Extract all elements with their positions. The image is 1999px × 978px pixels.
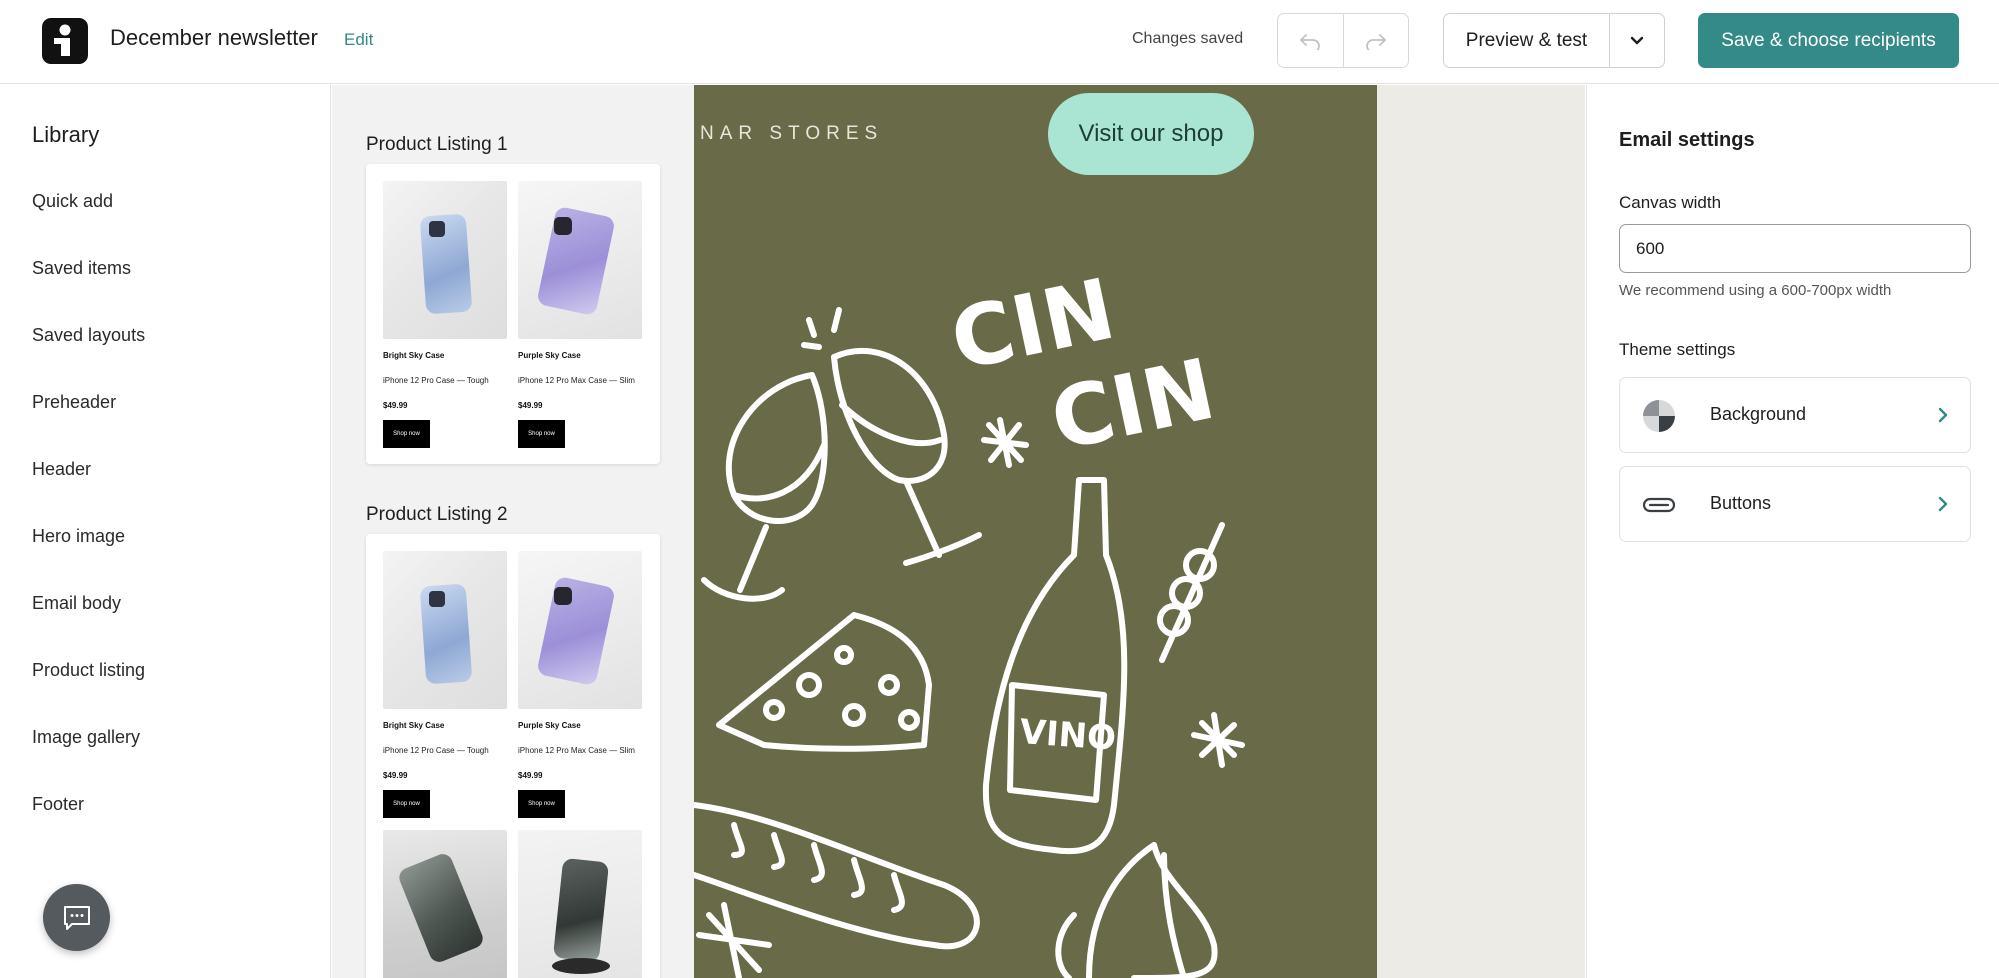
- preview-dropdown-button[interactable]: [1610, 14, 1664, 67]
- preview-group: Preview & test: [1443, 13, 1665, 68]
- library-item-saved-items[interactable]: Saved items: [32, 258, 131, 279]
- theme-row-label: Buttons: [1710, 493, 1772, 513]
- illus-vino: VINO: [1018, 712, 1117, 759]
- settings-panel: Email settings Canvas width We recommend…: [1586, 85, 1999, 978]
- product-price: $49.99: [383, 401, 408, 410]
- product-name: Purple Sky Case: [518, 351, 581, 360]
- product-card: Purple Sky Case iPhone 12 Pro Max Case —…: [518, 181, 642, 448]
- redo-button[interactable]: [1344, 14, 1409, 67]
- product-name: Purple Sky Case: [518, 721, 581, 730]
- hero-illustration: CIN CIN VINO: [694, 260, 1245, 978]
- product-image: [518, 830, 642, 978]
- theme-row-label: Background: [1710, 404, 1807, 424]
- chat-support-button[interactable]: [43, 884, 110, 951]
- canvas-width-label: Canvas width: [1619, 193, 1722, 212]
- theme-row-background[interactable]: Background: [1619, 377, 1971, 453]
- chevron-down-icon: [1630, 36, 1644, 44]
- product-image: [518, 551, 642, 709]
- library-item-saved-layouts[interactable]: Saved layouts: [32, 325, 145, 346]
- product-price: $49.99: [518, 401, 543, 410]
- product-image: [383, 551, 507, 709]
- product-card: Bright Sky Case iPhone 12 Pro Case — Tou…: [383, 551, 507, 818]
- theme-settings-heading: Theme settings: [1619, 340, 1736, 359]
- chevron-right-icon: [1938, 407, 1948, 428]
- chevron-right-icon: [1938, 496, 1948, 517]
- library-item-header[interactable]: Header: [32, 459, 91, 480]
- product-description: iPhone 12 Pro Max Case — Slim: [518, 746, 635, 755]
- library-item-footer[interactable]: Footer: [32, 794, 84, 815]
- library-sidebar: Library Quick add Saved items Saved layo…: [0, 85, 331, 978]
- product-image: [383, 830, 507, 978]
- theme-row-buttons[interactable]: Buttons: [1619, 466, 1971, 542]
- undo-button[interactable]: [1278, 14, 1344, 67]
- redo-icon: [1365, 33, 1386, 50]
- preview-test-button[interactable]: Preview & test: [1444, 14, 1610, 67]
- app-logo[interactable]: [42, 18, 88, 64]
- product-card: [518, 830, 642, 978]
- product-price: $49.99: [383, 771, 408, 780]
- product-listing-block-1[interactable]: Bright Sky Case iPhone 12 Pro Case — Tou…: [366, 164, 660, 464]
- block-label: Product Listing 2: [366, 504, 508, 525]
- product-description: iPhone 12 Pro Max Case — Slim: [518, 376, 635, 385]
- block-label: Product Listing 1: [366, 134, 508, 155]
- shop-now-button: Shop now: [383, 790, 430, 818]
- edit-title-link[interactable]: Edit: [344, 30, 373, 50]
- library-item-preheader[interactable]: Preheader: [32, 392, 116, 413]
- library-item-image-gallery[interactable]: Image gallery: [32, 727, 140, 748]
- product-card: Bright Sky Case iPhone 12 Pro Case — Tou…: [383, 181, 507, 448]
- product-card: [383, 830, 507, 978]
- product-name: Bright Sky Case: [383, 721, 445, 730]
- chat-icon: [63, 905, 90, 930]
- library-item-hero-image[interactable]: Hero image: [32, 526, 125, 547]
- product-price: $49.99: [518, 771, 543, 780]
- settings-title: Email settings: [1619, 129, 1755, 151]
- save-choose-recipients-button[interactable]: Save & choose recipients: [1698, 13, 1959, 68]
- email-canvas: NAR STORES Visit our shop CIN CIN VINO: [694, 85, 1585, 978]
- email-preview[interactable]: NAR STORES Visit our shop CIN CIN VINO: [694, 85, 1377, 978]
- product-listing-block-2[interactable]: Bright Sky Case iPhone 12 Pro Case — Tou…: [366, 534, 660, 978]
- product-description: iPhone 12 Pro Case — Tough: [383, 376, 489, 385]
- library-heading: Library: [32, 122, 100, 147]
- undo-icon: [1300, 33, 1321, 50]
- library-item-product-listing[interactable]: Product listing: [32, 660, 145, 681]
- canvas-width-hint: We recommend using a 600-700px width: [1619, 282, 1892, 299]
- background-icon: [1642, 399, 1676, 433]
- canvas-width-input[interactable]: [1619, 224, 1971, 273]
- top-bar: December newsletter Edit Changes saved P…: [0, 0, 1999, 84]
- library-item-email-body[interactable]: Email body: [32, 593, 121, 614]
- product-description: iPhone 12 Pro Case — Tough: [383, 746, 489, 755]
- saved-blocks-panel: Product Listing 1 Bright Sky Case iPhone…: [332, 85, 694, 978]
- document-title: December newsletter: [110, 25, 318, 50]
- shop-now-button: Shop now: [518, 790, 565, 818]
- button-shape-icon: [1642, 488, 1676, 522]
- product-image: [383, 181, 507, 339]
- product-name: Bright Sky Case: [383, 351, 445, 360]
- library-item-quick-add[interactable]: Quick add: [32, 191, 113, 212]
- undo-redo-group: [1277, 13, 1409, 68]
- shop-now-button: Shop now: [383, 420, 430, 448]
- product-card: Purple Sky Case iPhone 12 Pro Max Case —…: [518, 551, 642, 818]
- product-image: [518, 181, 642, 339]
- save-status: Changes saved: [1132, 30, 1244, 47]
- shop-now-button: Shop now: [518, 420, 565, 448]
